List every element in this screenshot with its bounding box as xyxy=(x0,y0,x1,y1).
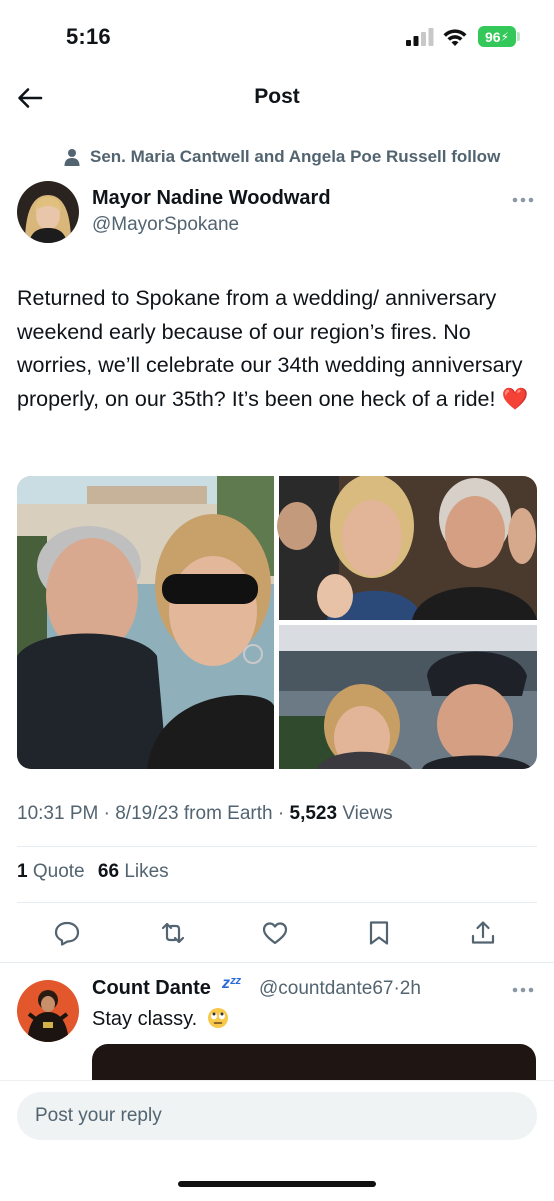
reply-text-line: Stay classy. xyxy=(92,1007,229,1031)
likes-count: 66 xyxy=(97,861,120,882)
tweet-text: Returned to Spokane from a wedding/ anni… xyxy=(17,286,529,411)
tweet-media-grid[interactable] xyxy=(17,476,537,769)
reply-time: 2h xyxy=(399,978,421,999)
more-icon[interactable] xyxy=(512,987,534,993)
divider xyxy=(17,846,537,847)
social-context-text: Sen. Maria Cantwell and Angela Poe Russe… xyxy=(90,147,501,166)
tweet-meta: 10:31 PM · 8/19/23 from Earth · 5,523 Vi… xyxy=(17,803,393,825)
divider xyxy=(17,902,537,903)
reply-avatar[interactable] xyxy=(17,980,79,1042)
likes-stat[interactable]: 66 Likes xyxy=(98,861,169,882)
author-avatar-image xyxy=(17,181,79,243)
views-label: Views xyxy=(337,803,393,824)
share-icon[interactable] xyxy=(469,919,497,947)
meta-separator: · xyxy=(98,803,116,824)
cellular-signal-icon xyxy=(406,28,434,46)
home-indicator[interactable] xyxy=(178,1181,376,1187)
media-photo-3[interactable] xyxy=(279,625,537,769)
media-photo-2[interactable] xyxy=(277,476,537,620)
author-handle[interactable]: @MayorSpokane xyxy=(92,214,239,236)
person-icon xyxy=(64,149,80,166)
reply-author-name[interactable]: Count Dante xyxy=(92,977,211,1000)
engagement-stats: 1 Quote 66 Likes xyxy=(17,861,169,883)
tweet-source: from Earth xyxy=(178,803,273,824)
eye-roll-emoji-icon xyxy=(207,1008,228,1028)
bookmark-icon[interactable] xyxy=(365,919,393,947)
page-title: Post xyxy=(254,85,300,108)
battery-cap xyxy=(517,32,520,41)
reply-text: Stay classy. xyxy=(92,1008,198,1030)
reply-icon[interactable] xyxy=(53,919,81,947)
author-name[interactable]: Mayor Nadine Woodward xyxy=(92,187,331,210)
sleeping-badge: zᶻᶻ xyxy=(222,975,241,992)
reply-avatar-image xyxy=(17,980,79,1042)
reply-handle-line[interactable]: @countdante67·2h xyxy=(259,978,421,1000)
back-arrow-icon[interactable] xyxy=(16,84,44,112)
retweet-icon[interactable] xyxy=(159,919,187,947)
media-photo-1[interactable] xyxy=(17,476,274,769)
battery-indicator: 96 ⚡ xyxy=(478,26,516,47)
divider xyxy=(0,962,554,963)
author-avatar[interactable] xyxy=(17,181,79,243)
views-count: 5,523 xyxy=(289,803,338,824)
tweet-time: 10:31 PM xyxy=(17,803,99,824)
reply-input[interactable] xyxy=(17,1092,537,1140)
quotes-count: 1 xyxy=(17,861,28,882)
wifi-icon xyxy=(443,29,467,46)
status-time: 5:16 xyxy=(66,24,111,49)
social-context[interactable]: Sen. Maria Cantwell and Angela Poe Russe… xyxy=(64,147,500,167)
more-icon[interactable] xyxy=(512,197,534,203)
tweet-date: 8/19/23 xyxy=(115,803,179,824)
reply-handle: @countdante67 xyxy=(259,978,394,999)
battery-level: 96 xyxy=(484,28,501,45)
likes-label: Likes xyxy=(119,861,169,882)
heart-icon[interactable] xyxy=(261,919,289,947)
charging-bolt-icon: ⚡ xyxy=(500,29,509,44)
quotes-label: Quote xyxy=(27,861,85,882)
quotes-stat[interactable]: 1 Quote xyxy=(17,861,85,882)
meta-separator: · xyxy=(272,803,290,824)
